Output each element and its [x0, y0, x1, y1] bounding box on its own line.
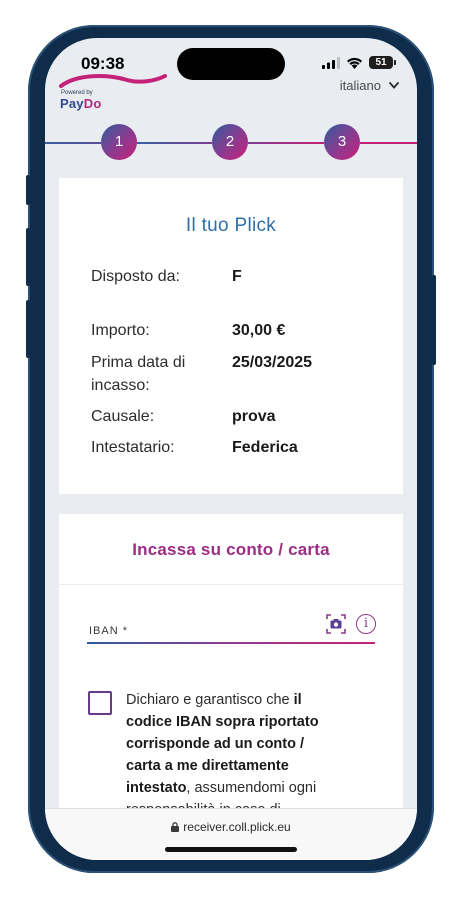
power-button	[432, 275, 436, 365]
step-connector	[248, 142, 324, 144]
summary-value: 30,00 €	[232, 322, 286, 339]
step-connector	[360, 142, 417, 144]
plick-summary-card: Il tuo Plick Disposto da: F Importo: 30,…	[59, 178, 403, 494]
info-icon[interactable]: i	[356, 614, 376, 634]
payout-title: Incassa su conto / carta	[132, 540, 330, 559]
lock-icon	[171, 822, 180, 832]
summary-label: Intestatario:	[91, 439, 175, 456]
step-2: 2	[212, 124, 248, 160]
status-icons: 51	[322, 56, 396, 69]
step-connector	[45, 142, 101, 144]
summary-value: Federica	[232, 439, 298, 456]
url-text: receiver.coll.plick.eu	[183, 820, 291, 834]
phone-screen: 09:38 51 Powered by PayDo italiano 1 2 3…	[45, 38, 417, 860]
summary-label: Disposto da:	[91, 268, 180, 285]
dynamic-island	[177, 48, 285, 80]
step-3: 3	[324, 124, 360, 160]
status-time: 09:38	[81, 54, 125, 73]
summary-value: 25/03/2025	[232, 354, 313, 371]
home-indicator	[165, 847, 297, 852]
summary-title: Il tuo Plick	[185, 215, 277, 236]
wifi-icon	[347, 57, 362, 69]
volume-down-button	[26, 300, 30, 358]
summary-label: Importo:	[91, 322, 150, 339]
action-button	[26, 175, 30, 205]
browser-url-bar[interactable]: receiver.coll.plick.eu	[45, 808, 417, 860]
iban-field-label: IBAN *	[89, 625, 129, 637]
summary-label: Prima data di incasso:	[91, 354, 186, 394]
battery-icon: 51	[369, 56, 396, 69]
step-connector	[137, 142, 212, 144]
divider	[59, 584, 403, 585]
summary-label: Causale:	[91, 408, 155, 425]
summary-value: prova	[232, 408, 276, 425]
paydo-logo-pay: Pay	[60, 96, 84, 111]
volume-up-button	[26, 228, 30, 286]
url-display: receiver.coll.plick.eu	[45, 820, 417, 834]
cellular-signal-icon	[322, 56, 340, 69]
paydo-logo-do: Do	[83, 96, 102, 111]
status-bar: 09:38 51	[45, 38, 417, 90]
summary-value: F	[232, 268, 242, 285]
consent-checkbox[interactable]	[88, 691, 112, 715]
scan-camera-icon[interactable]	[325, 613, 347, 635]
progress-stepper: 1 2 3	[45, 124, 417, 164]
consent-text: Dichiaro e garantisco che il codice IBAN…	[126, 689, 342, 821]
step-1: 1	[101, 124, 137, 160]
iban-input[interactable]	[87, 642, 375, 644]
paydo-logo: PayDo	[60, 96, 101, 111]
consent-text-part: Dichiaro e garantisco che	[126, 692, 294, 708]
